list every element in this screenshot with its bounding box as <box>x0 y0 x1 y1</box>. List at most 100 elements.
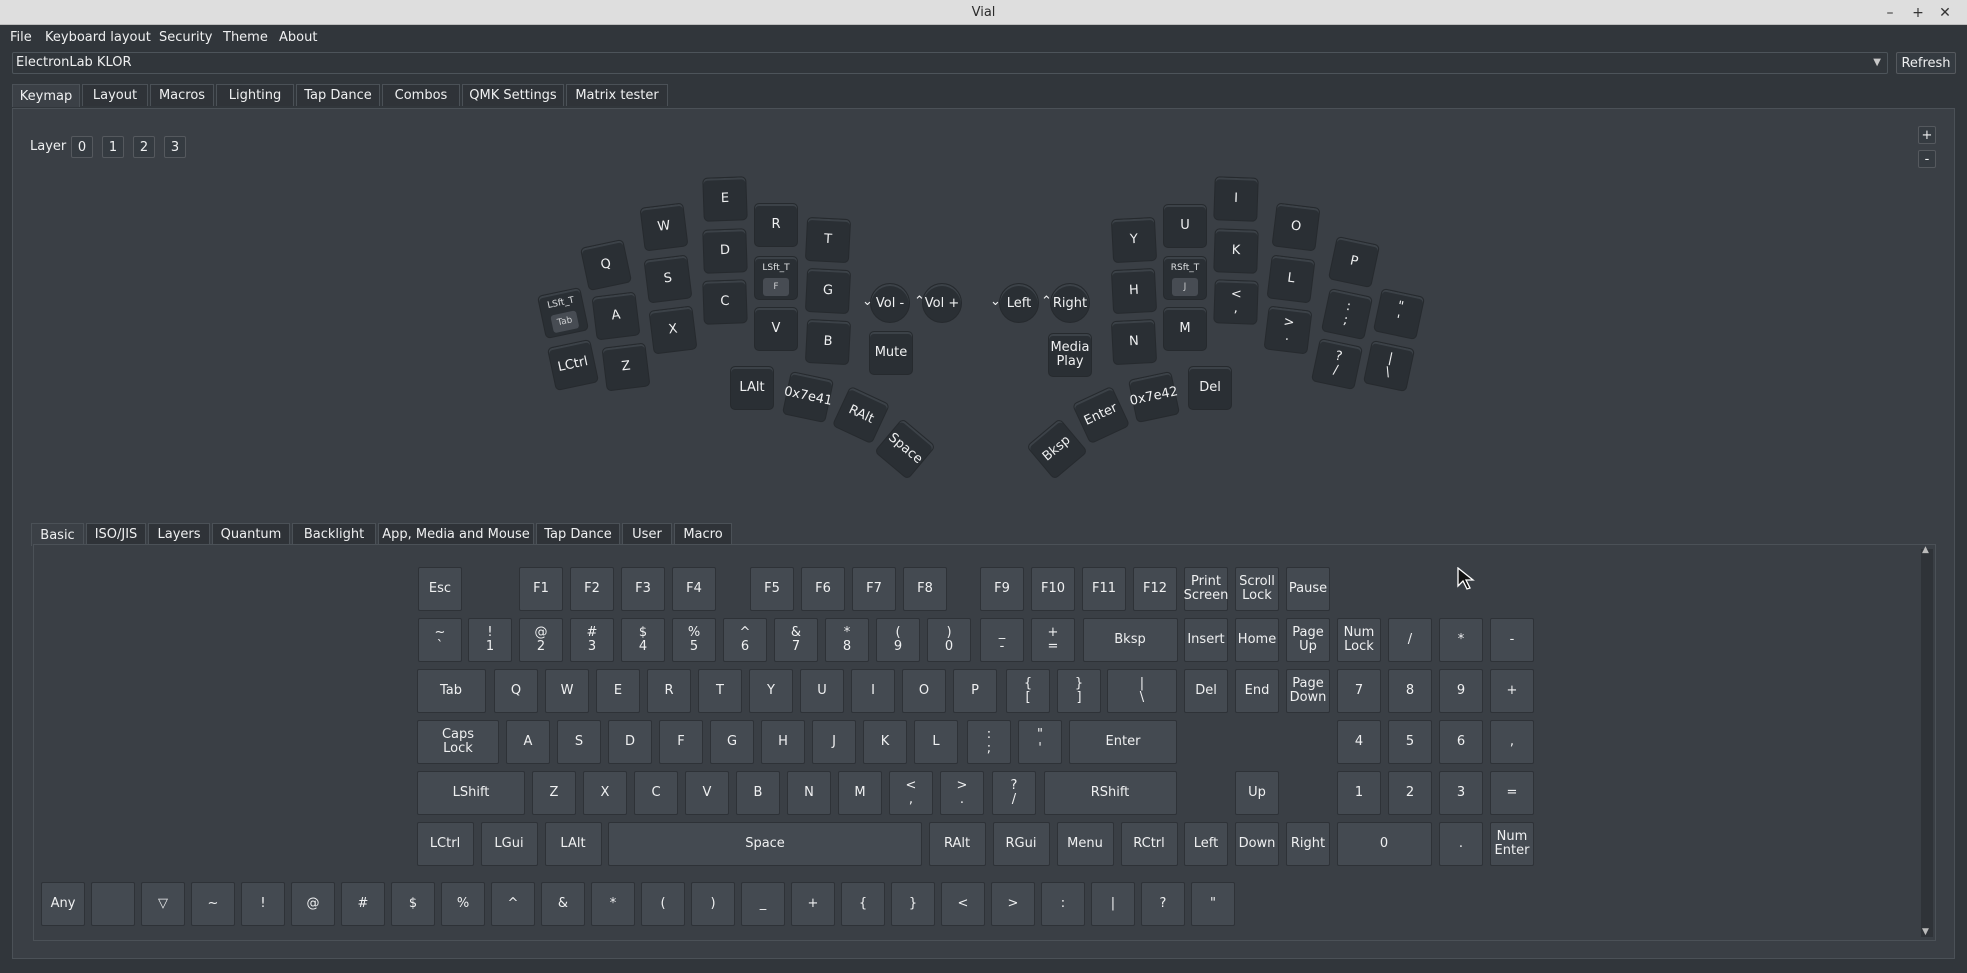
tab-backlight[interactable]: Backlight <box>292 523 376 545</box>
keycode-button[interactable]: ^ <box>491 882 535 926</box>
keycode-button[interactable]: S <box>557 720 601 764</box>
keycode-button[interactable]: $4 <box>621 618 665 662</box>
keycode-button[interactable]: 0 <box>1336 822 1432 866</box>
keycode-button[interactable]: _ <box>741 882 785 926</box>
keycode-button[interactable]: - <box>1490 618 1534 662</box>
keycode-button[interactable]: RGui <box>992 822 1050 866</box>
keycode-button[interactable]: T <box>698 669 742 713</box>
keycode-button[interactable]: & 7 <box>774 618 818 662</box>
layer-button-0[interactable]: 0 <box>71 136 93 158</box>
tab-combos[interactable]: Combos <box>382 84 460 106</box>
keycode-button[interactable]: RAlt <box>928 822 986 866</box>
keycode-button[interactable]: K <box>863 720 907 764</box>
keycode-button[interactable]: LCtrl <box>416 822 474 866</box>
keycode-button[interactable]: & <box>541 882 585 926</box>
keycode-button[interactable]: ! 1 <box>468 618 512 662</box>
tab-matrix-tester[interactable]: Matrix tester <box>566 84 668 106</box>
tab-iso-jis[interactable]: ISO/JIS <box>86 523 146 545</box>
keycode-button[interactable]: } <box>891 882 935 926</box>
close-icon[interactable]: ✕ <box>1933 0 1957 25</box>
menu-keyboard-layout[interactable]: Keyboard layout <box>45 30 151 45</box>
keycode-button[interactable]: Page Down <box>1286 669 1330 713</box>
keycode-button[interactable]: LShift <box>417 771 525 815</box>
keycode-button[interactable]: + <box>791 882 835 926</box>
key-quote[interactable]: " ' <box>1372 287 1426 341</box>
keycode-button[interactable]: I <box>851 669 895 713</box>
key-x[interactable]: X <box>648 305 698 355</box>
tab-tap-dance-keycodes[interactable]: Tap Dance <box>536 523 620 545</box>
keycode-button[interactable]: Pause <box>1286 567 1330 611</box>
keycode-button[interactable]: Num Enter <box>1490 822 1534 866</box>
key-comma[interactable]: <, <box>1213 279 1259 325</box>
key-c[interactable]: C <box>702 279 748 325</box>
keycode-button[interactable]: F9 <box>980 567 1024 611</box>
key-y[interactable]: Y <box>1110 216 1158 264</box>
key-semicolon[interactable]: :; <box>1320 287 1374 341</box>
keycode-button[interactable]: F8 <box>903 567 947 611</box>
keycode-button[interactable]: / <box>1388 618 1432 662</box>
keycode-button[interactable]: H <box>761 720 805 764</box>
key-a[interactable]: A <box>591 291 641 341</box>
keycode-button[interactable]: P <box>953 669 997 713</box>
keycode-button[interactable]: F7 <box>852 567 896 611</box>
keycode-button[interactable]: #3 <box>570 618 614 662</box>
keycode-button[interactable]: 6 <box>1439 720 1483 764</box>
keycode-button[interactable]: Insert <box>1184 618 1228 662</box>
keycode-button[interactable]: 7 <box>1337 669 1381 713</box>
keycode-button[interactable]: Q <box>494 669 538 713</box>
keycode-button[interactable]: Space <box>608 822 922 866</box>
remove-layer-button[interactable]: - <box>1918 150 1936 168</box>
keycode-button[interactable]: Y <box>749 669 793 713</box>
keycode-button[interactable]: 3 <box>1439 771 1483 815</box>
keycode-button[interactable]: Enter <box>1069 720 1177 764</box>
keycode-button[interactable]: F6 <box>801 567 845 611</box>
key-s[interactable]: S <box>643 254 693 304</box>
maximize-icon[interactable]: + <box>1906 0 1930 25</box>
keycode-button[interactable]: ~ ` <box>418 618 462 662</box>
tab-macro[interactable]: Macro <box>674 523 732 545</box>
keycode-button[interactable]: End <box>1235 669 1279 713</box>
keycode-button[interactable]: U <box>800 669 844 713</box>
keycode-button[interactable]: W <box>545 669 589 713</box>
keycode-button[interactable]: F <box>659 720 703 764</box>
scroll-down-icon[interactable]: ▼ <box>1922 927 1929 937</box>
keycode-button[interactable]: ? / <box>992 771 1036 815</box>
encoder-left[interactable]: Left <box>999 283 1039 323</box>
keycode-button[interactable]: * <box>591 882 635 926</box>
keycode-button[interactable]: % <box>441 882 485 926</box>
keycode-button[interactable]: Home <box>1235 618 1279 662</box>
keycode-button[interactable]: " <box>1191 882 1235 926</box>
keycode-button[interactable]: 5 <box>1388 720 1432 764</box>
keycode-button[interactable]: :; <box>967 720 1011 764</box>
key-e[interactable]: E <box>702 176 748 222</box>
key-j[interactable]: RSft_T J <box>1163 256 1207 300</box>
keycode-button[interactable]: {[ <box>1006 669 1050 713</box>
tab-quantum[interactable]: Quantum <box>212 523 290 545</box>
keycode-button[interactable]: A <box>506 720 550 764</box>
key-del[interactable]: Del <box>1188 366 1232 410</box>
keycode-button[interactable]: F2 <box>570 567 614 611</box>
keycode-button[interactable]: % 5 <box>672 618 716 662</box>
keycode-button[interactable]: : <box>1041 882 1085 926</box>
keycode-button[interactable]: " ' <box>1018 720 1062 764</box>
tab-tap-dance[interactable]: Tap Dance <box>296 84 380 106</box>
keycode-button[interactable]: ) 0 <box>927 618 971 662</box>
keycode-button[interactable]: Right <box>1286 822 1330 866</box>
layer-button-2[interactable]: 2 <box>133 136 155 158</box>
key-g[interactable]: G <box>804 267 852 315</box>
keycode-button[interactable]: 1 <box>1337 771 1381 815</box>
keycode-button[interactable]: * <box>1439 618 1483 662</box>
keycode-button[interactable]: ? <box>1141 882 1185 926</box>
key-k[interactable]: K <box>1213 228 1259 274</box>
keycode-button[interactable]: 2 <box>1388 771 1432 815</box>
keycode-button[interactable]: + = <box>1031 618 1075 662</box>
keycode-button[interactable]: _ - <box>980 618 1024 662</box>
keycode-button[interactable]: L <box>914 720 958 764</box>
keycode-button[interactable]: ~ <box>191 882 235 926</box>
key-z[interactable]: Z <box>601 342 651 392</box>
keycode-button[interactable]: F1 <box>519 567 563 611</box>
keycode-button[interactable]: Z <box>532 771 576 815</box>
refresh-button[interactable]: Refresh <box>1896 52 1956 74</box>
keycode-button[interactable]: Esc <box>418 567 462 611</box>
keycode-button[interactable]: Print Screen <box>1184 567 1228 611</box>
